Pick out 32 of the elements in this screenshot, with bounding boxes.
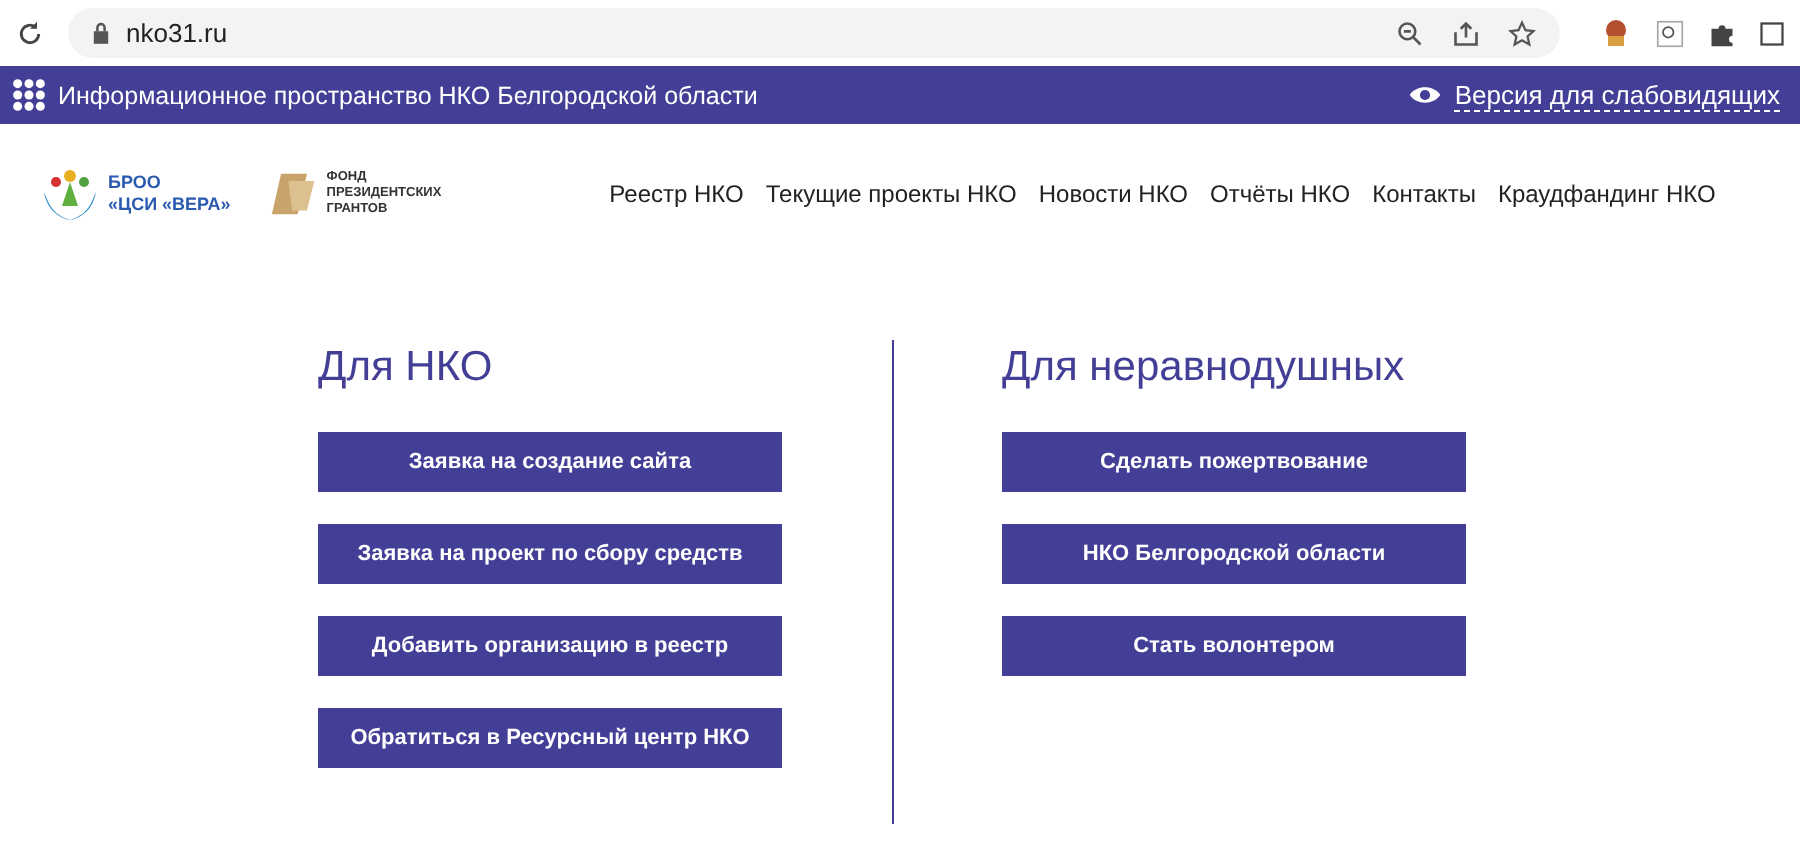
fund-logo-icon — [270, 170, 319, 218]
reload-icon[interactable] — [16, 19, 44, 47]
section-heading: Для неравнодушных — [1002, 342, 1407, 394]
nav-link[interactable]: Краудфандинг НКО — [1497, 180, 1716, 208]
action-button[interactable]: Обратиться в Ресурсный центр НКО — [318, 708, 782, 768]
url-text: nko31.ru — [126, 18, 228, 48]
action-button[interactable]: Заявка на создание сайта — [318, 432, 782, 492]
action-button[interactable]: Стать волонтером — [1002, 616, 1466, 676]
nav-link[interactable]: Отчёты НКО — [1210, 180, 1351, 208]
nav-link[interactable]: Реестр НКО — [609, 180, 744, 208]
zoom-out-icon[interactable] — [1396, 19, 1424, 47]
action-button[interactable]: Добавить организацию в реестр — [318, 616, 782, 676]
lock-icon — [92, 22, 110, 44]
star-icon[interactable] — [1508, 19, 1536, 47]
section-heading: Для НКО — [318, 342, 495, 394]
window-icon[interactable] — [1760, 19, 1784, 47]
extension-icon[interactable] — [1656, 19, 1684, 47]
nav-link[interactable]: Контакты — [1372, 180, 1476, 208]
share-icon[interactable] — [1452, 19, 1480, 47]
site-title: Информационное пространство НКО Белгородской области — [58, 81, 758, 109]
dots-grid-icon — [12, 78, 46, 112]
address-bar[interactable]: nko31.ru — [68, 8, 1560, 58]
action-button[interactable]: Сделать пожертвование — [1002, 432, 1466, 492]
accessibility-link[interactable]: Версия для слабовидящих — [1454, 79, 1780, 111]
eye-icon[interactable] — [1408, 84, 1443, 106]
extension-icon[interactable] — [1600, 17, 1632, 49]
action-button[interactable]: Заявка на проект по сбору средств — [318, 524, 782, 584]
puzzle-icon[interactable] — [1708, 19, 1736, 47]
nav-link[interactable]: Текущие проекты НКО — [765, 180, 1017, 208]
action-button[interactable]: НКО Белгородской области — [1002, 524, 1466, 584]
nav-link[interactable]: Новости НКО — [1038, 180, 1189, 208]
logo-text: БРОО «ЦСИ «ВЕРА» — [108, 172, 231, 216]
